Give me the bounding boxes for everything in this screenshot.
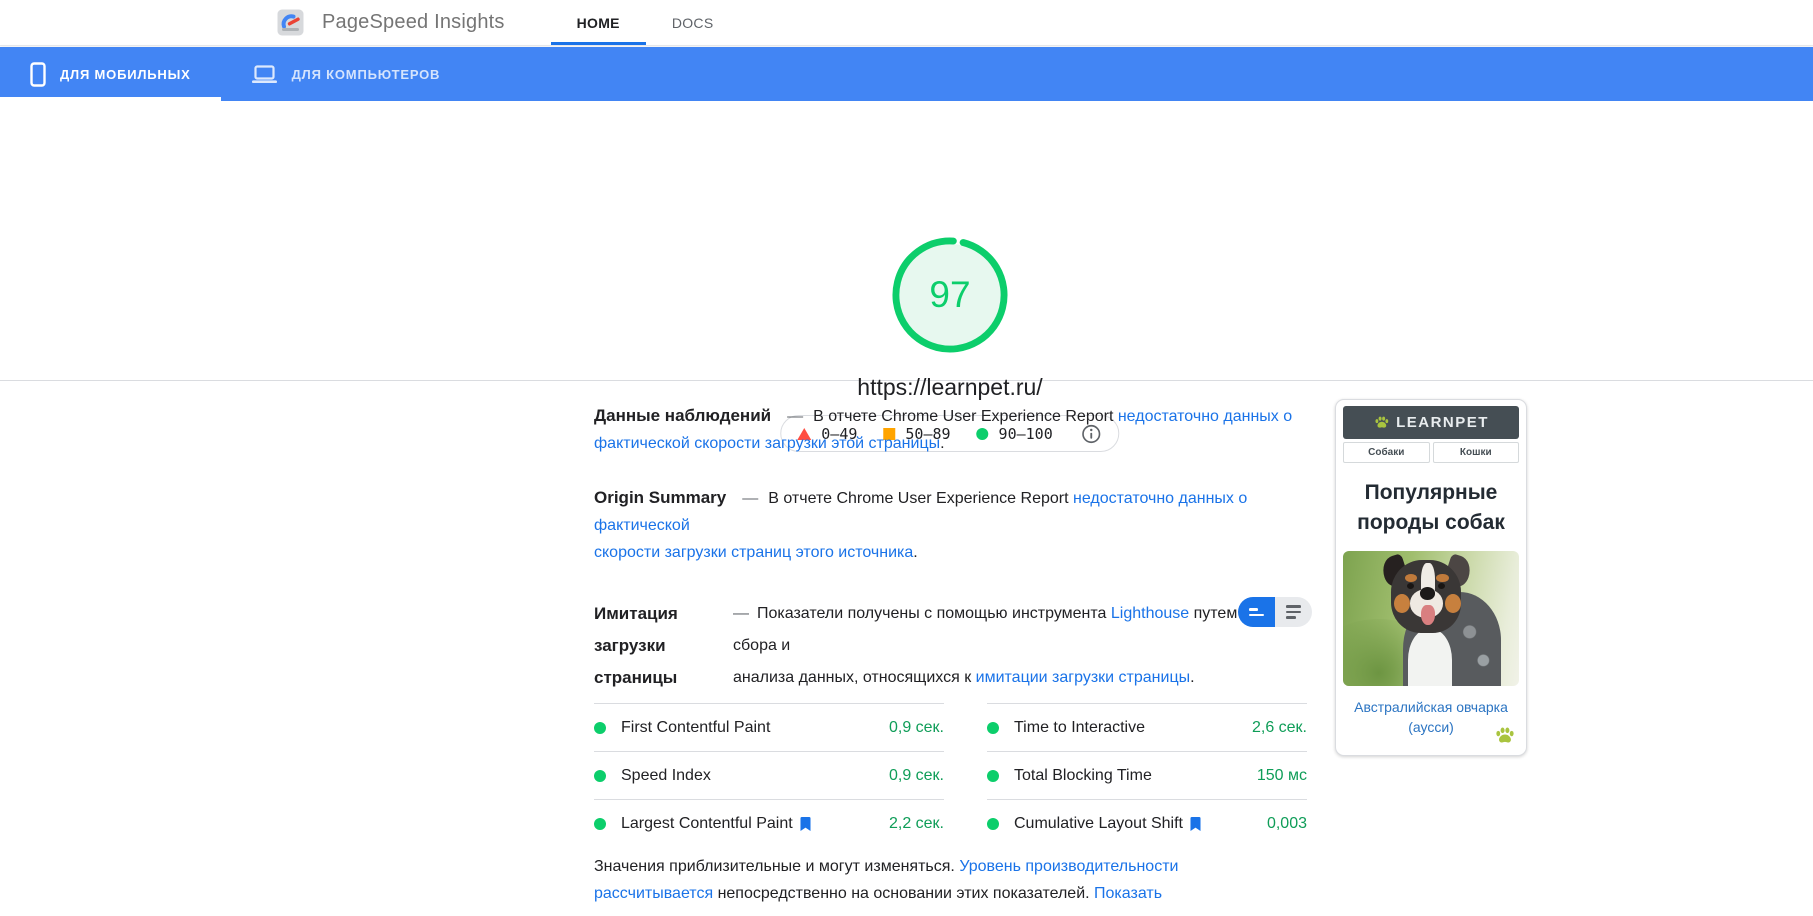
tab-mobile-label: ДЛЯ МОБИЛЬНЫХ (60, 66, 191, 82)
footnote-line1: Значения приблизительные и могут изменят… (594, 858, 1179, 875)
origin-summary-heading: Origin Summary (594, 488, 727, 507)
site-nav-cats: Кошки (1432, 442, 1519, 463)
tab-home[interactable]: HOME (550, 0, 647, 45)
lab-data-section: Имитация загрузки страницы — Показатели п… (594, 598, 1314, 694)
bookmark-icon (799, 816, 812, 832)
expanded-view-icon (1286, 605, 1301, 619)
origin-summary-line1: Origin Summary — В отчете Chrome User Expe… (594, 488, 1248, 534)
smartphone-icon (30, 61, 46, 87)
bookmark-icon (1189, 816, 1202, 832)
simulated-load-link[interactable]: имитации загрузки страницы (976, 669, 1190, 686)
field-data-section: Данные наблюдений — В отчете Chrome User E… (594, 402, 1314, 457)
paw-icon (1496, 727, 1514, 743)
metric-row-tbt: Total Blocking Time 150 мс (987, 751, 1307, 799)
metric-status-dot (987, 817, 999, 830)
laptop-icon (251, 65, 277, 83)
dash: — (733, 605, 749, 622)
site-nav-dogs: Собаки (1343, 442, 1430, 463)
field-data-link-cont[interactable]: фактической скорости загрузки этой стран… (594, 435, 940, 452)
condensed-view-button[interactable] (1238, 597, 1275, 627)
metric-value: 2,6 сек. (1251, 718, 1307, 736)
performance-score-link[interactable]: Уровень производительности (959, 858, 1178, 875)
metrics-footnote: Значения приблизительные и могут изменят… (594, 853, 1234, 916)
origin-summary-link-cont[interactable]: скорости загрузки страниц этого источник… (594, 544, 913, 561)
metric-status-dot (594, 817, 606, 830)
metric-status-dot (987, 721, 999, 734)
field-data-link[interactable]: недостаточно данных о (1118, 408, 1292, 425)
header-tabs: HOME DOCS (550, 0, 740, 45)
score-section: 97 https://learnpet.ru/ 0–49 50–89 90–10… (0, 101, 1813, 452)
pagespeed-logo-icon (277, 9, 304, 36)
performance-score-gauge: 97 (891, 236, 1009, 354)
dash: — (742, 490, 759, 507)
metric-status-dot (594, 721, 606, 734)
brand: PageSpeed Insights (277, 9, 505, 36)
metric-name: Cumulative Layout Shift (1014, 814, 1183, 832)
lab-data-line2: анализа данных, относящихся к имитации з… (733, 669, 1195, 686)
metric-name: Speed Index (621, 766, 711, 784)
performance-score-link-cont[interactable]: рассчитывается (594, 885, 713, 902)
footnote-line2: рассчитывается непосредственно на основа… (594, 880, 1234, 916)
metric-row-cls: Cumulative Layout Shift 0,003 (987, 799, 1307, 847)
origin-summary-line2: скорости загрузки страниц этого источник… (594, 544, 918, 561)
lab-data-line1: — Показатели получены с помощью инструмен… (733, 605, 1238, 654)
page-screenshot-thumbnail[interactable]: LEARNPET Собаки Кошки Популярные породы … (1335, 399, 1527, 756)
metric-row-tti: Time to Interactive 2,6 сек. (987, 703, 1307, 751)
metric-value: 0,9 сек. (888, 766, 944, 784)
tab-desktop[interactable]: ДЛЯ КОМПЬЮТЕРОВ (221, 47, 471, 101)
metrics-column-right: Time to Interactive 2,6 сек. Total Block… (987, 703, 1307, 847)
lighthouse-link[interactable]: Lighthouse (1111, 605, 1189, 622)
metric-name: Total Blocking Time (1014, 766, 1152, 784)
tab-mobile[interactable]: ДЛЯ МОБИЛЬНЫХ (0, 47, 221, 101)
field-data-heading: Данные наблюдений (594, 406, 772, 425)
condensed-view-icon (1249, 607, 1264, 617)
tab-docs[interactable]: DOCS (646, 0, 740, 45)
field-data-line1: Данные наблюдений — В отчете Chrome User E… (594, 406, 1293, 425)
metric-name: Time to Interactive (1014, 718, 1146, 736)
metric-value: 0,003 (1266, 814, 1307, 832)
dash: — (787, 408, 804, 425)
analyzed-url: https://learnpet.ru/ (857, 374, 1043, 400)
site-title: Популярные породы собак (1357, 481, 1505, 534)
lab-data-description: — Показатели получены с помощью инструмен… (733, 598, 1253, 694)
metric-name: Largest Contentful Paint (621, 814, 793, 832)
site-header: LEARNPET (1343, 406, 1519, 439)
tab-desktop-label: ДЛЯ КОМПЬЮТЕРОВ (291, 66, 441, 82)
device-tab-bar: ДЛЯ МОБИЛЬНЫХ ДЛЯ КОМПЬЮТЕРОВ (0, 47, 1813, 101)
metric-value: 0,9 сек. (888, 718, 944, 736)
metrics-view-toggle (1238, 597, 1312, 627)
app-header: PageSpeed Insights HOME DOCS (0, 0, 1813, 46)
metric-value: 2,2 сек. (888, 814, 944, 832)
metric-status-dot (987, 769, 999, 782)
site-nav: Собаки Кошки (1343, 442, 1519, 463)
metric-status-dot (594, 769, 606, 782)
field-data-line2: фактической скорости загрузки этой стран… (594, 435, 945, 452)
origin-summary-section: Origin Summary — В отчете Chrome User Expe… (594, 484, 1314, 566)
metric-value: 150 мс (1256, 766, 1307, 784)
dog-photo (1343, 551, 1519, 686)
score-value: 97 (929, 274, 971, 315)
metrics-column-left: First Contentful Paint 0,9 сек. Speed In… (594, 703, 944, 847)
metric-name: First Contentful Paint (621, 718, 771, 736)
paw-icon (1375, 416, 1389, 428)
site-brand: LEARNPET (1396, 414, 1489, 431)
app-title: PageSpeed Insights (322, 11, 505, 33)
pagespeed-insights-page: PageSpeed Insights HOME DOCS ДЛЯ МОБИЛЬН… (0, 0, 1813, 916)
lab-data-heading: Имитация загрузки страницы (594, 604, 678, 687)
metric-row-lcp: Largest Contentful Paint 2,2 сек. (594, 799, 944, 847)
metric-row-speed-index: Speed Index 0,9 сек. (594, 751, 944, 799)
expanded-view-button[interactable] (1275, 597, 1312, 627)
metrics-table: First Contentful Paint 0,9 сек. Speed In… (594, 703, 1307, 847)
metric-row-fcp: First Contentful Paint 0,9 сек. (594, 703, 944, 751)
